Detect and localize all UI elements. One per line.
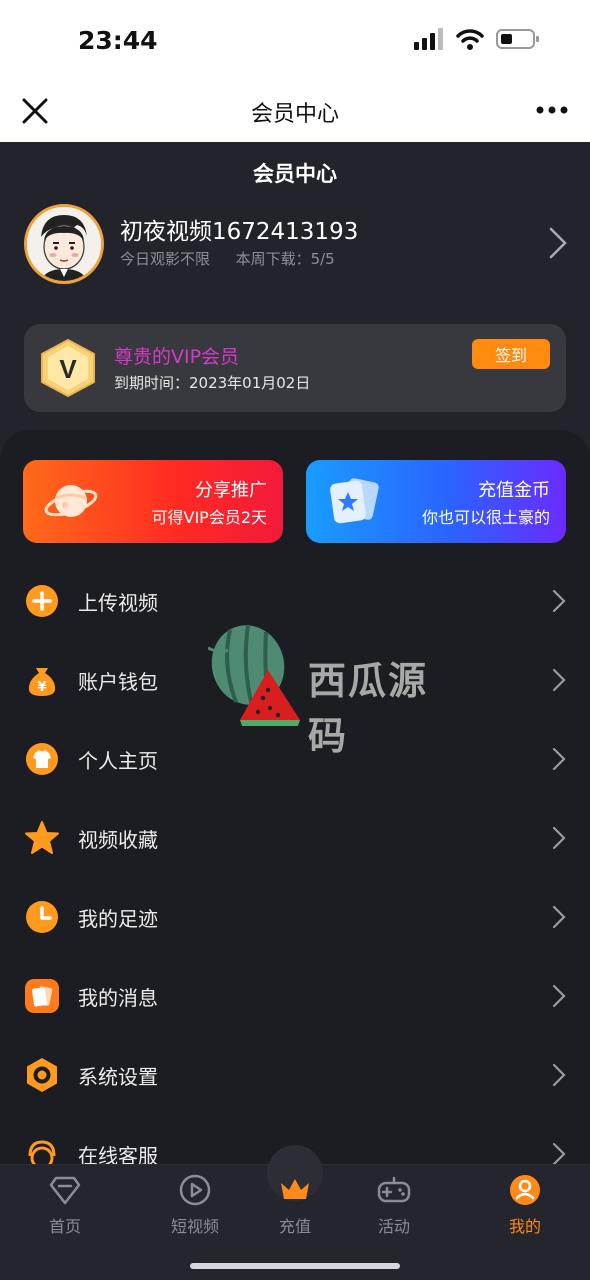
profile-subinfo: 今日观影不限 本周下载：5/5 xyxy=(120,248,335,269)
clock-icon xyxy=(26,901,58,933)
menu-label: 在线客服 xyxy=(78,1144,158,1164)
today-watch-text: 今日观影不限 xyxy=(120,250,211,268)
recharge-promo-card[interactable]: 充值金币 你也可以很土豪的 xyxy=(306,460,566,543)
more-icon[interactable] xyxy=(536,100,568,120)
play-icon xyxy=(179,1174,211,1206)
vip-hexagon-icon: V xyxy=(41,338,95,398)
chevron-right-icon xyxy=(552,668,566,692)
tab-bar: 首页 短视频 充值 活动 我的 xyxy=(0,1145,590,1280)
crown-icon xyxy=(281,1179,309,1199)
status-bar: 23:44 xyxy=(0,0,590,80)
signal-icon xyxy=(414,28,443,50)
page-title: 会员中心 xyxy=(253,162,337,186)
menu-label: 系统设置 xyxy=(78,1065,158,1089)
nav-title: 会员中心 xyxy=(250,102,339,127)
tab-label: 首页 xyxy=(48,1217,81,1236)
chevron-right-icon[interactable] xyxy=(548,226,568,260)
watermark: 西瓜源码 xyxy=(207,620,458,758)
recharge-promo-title: 充值金币 xyxy=(478,480,550,501)
star-icon xyxy=(25,821,59,854)
message-cards-icon xyxy=(25,979,59,1013)
shirt-icon xyxy=(26,743,58,775)
watermark-text: 西瓜源码 xyxy=(308,659,429,758)
battery-icon xyxy=(496,29,539,49)
gamepad-icon xyxy=(377,1176,411,1203)
tab-recharge[interactable]: 充值 xyxy=(245,1173,345,1239)
tab-label: 短视频 xyxy=(170,1217,219,1236)
planet-icon xyxy=(44,485,98,517)
vip-title: 尊贵的VIP会员 xyxy=(114,346,240,368)
menu-label: 我的消息 xyxy=(78,986,158,1010)
svg-text:¥: ¥ xyxy=(37,680,46,695)
nav-bar: 会员中心 xyxy=(0,80,590,142)
support-icon xyxy=(28,1140,56,1164)
status-time: 23:44 xyxy=(78,26,158,55)
menu-label: 视频收藏 xyxy=(78,828,158,852)
chevron-right-icon xyxy=(552,747,566,771)
content-area: 会员中心 初夜视频1672413193 今日观影不限 本周下载：5/5 V 尊贵… xyxy=(0,142,590,1164)
watermelon-logo-icon xyxy=(207,625,300,726)
wifi-icon xyxy=(456,29,484,50)
money-bag-icon: ¥ xyxy=(28,668,56,696)
menu-label: 账户钱包 xyxy=(78,670,158,694)
plus-icon xyxy=(26,585,58,617)
download-quota-text: 本周下载：5/5 xyxy=(235,250,335,268)
tab-mine[interactable]: 我的 xyxy=(475,1173,575,1239)
vip-badge: V xyxy=(40,338,96,398)
vip-badge-letter: V xyxy=(59,354,77,384)
main-panel: 分享推广 可得VIP会员2天 充值金币 你也可以很土豪的 上传视频 ¥ 账户钱包… xyxy=(0,430,590,1164)
vip-card: V 尊贵的VIP会员 到期时间：2023年01月02日 签到 xyxy=(24,324,566,412)
tab-label: 充值 xyxy=(278,1217,311,1236)
sign-in-button[interactable]: 签到 xyxy=(472,339,550,369)
tab-label: 活动 xyxy=(377,1217,410,1236)
status-icons xyxy=(414,28,540,50)
tab-label: 我的 xyxy=(508,1217,541,1236)
settings-hex-icon xyxy=(27,1058,57,1092)
menu-item-settings[interactable]: 系统设置 xyxy=(0,1034,590,1113)
menu-item-favorites[interactable]: 视频收藏 xyxy=(0,797,590,876)
vip-expire-date: 到期时间：2023年01月02日 xyxy=(114,374,311,392)
share-promo-title: 分享推广 xyxy=(195,480,267,501)
share-promo-card[interactable]: 分享推广 可得VIP会员2天 xyxy=(23,460,283,543)
tab-short-video[interactable]: 短视频 xyxy=(145,1173,245,1239)
recharge-promo-subtitle: 你也可以很土豪的 xyxy=(421,508,550,527)
diamond-icon xyxy=(49,1176,81,1205)
card-star-icon xyxy=(330,478,379,524)
user-icon xyxy=(510,1175,540,1205)
tab-home[interactable]: 首页 xyxy=(15,1173,115,1239)
share-promo-subtitle: 可得VIP会员2天 xyxy=(151,508,268,527)
chevron-right-icon xyxy=(552,984,566,1008)
menu-item-messages[interactable]: 我的消息 xyxy=(0,955,590,1034)
chevron-right-icon xyxy=(552,1142,566,1164)
menu-label: 我的足迹 xyxy=(78,907,158,931)
menu-item-history[interactable]: 我的足迹 xyxy=(0,876,590,955)
avatar-face-icon xyxy=(27,207,101,281)
chevron-right-icon xyxy=(552,1063,566,1087)
chevron-right-icon xyxy=(552,589,566,613)
tab-activity[interactable]: 活动 xyxy=(344,1173,444,1239)
profile-name: 初夜视频1672413193 xyxy=(120,219,359,245)
avatar[interactable] xyxy=(24,204,104,284)
chevron-right-icon xyxy=(552,905,566,929)
menu-label: 个人主页 xyxy=(78,749,158,773)
menu-label: 上传视频 xyxy=(78,591,158,615)
home-indicator xyxy=(190,1263,400,1269)
chevron-right-icon xyxy=(552,826,566,850)
